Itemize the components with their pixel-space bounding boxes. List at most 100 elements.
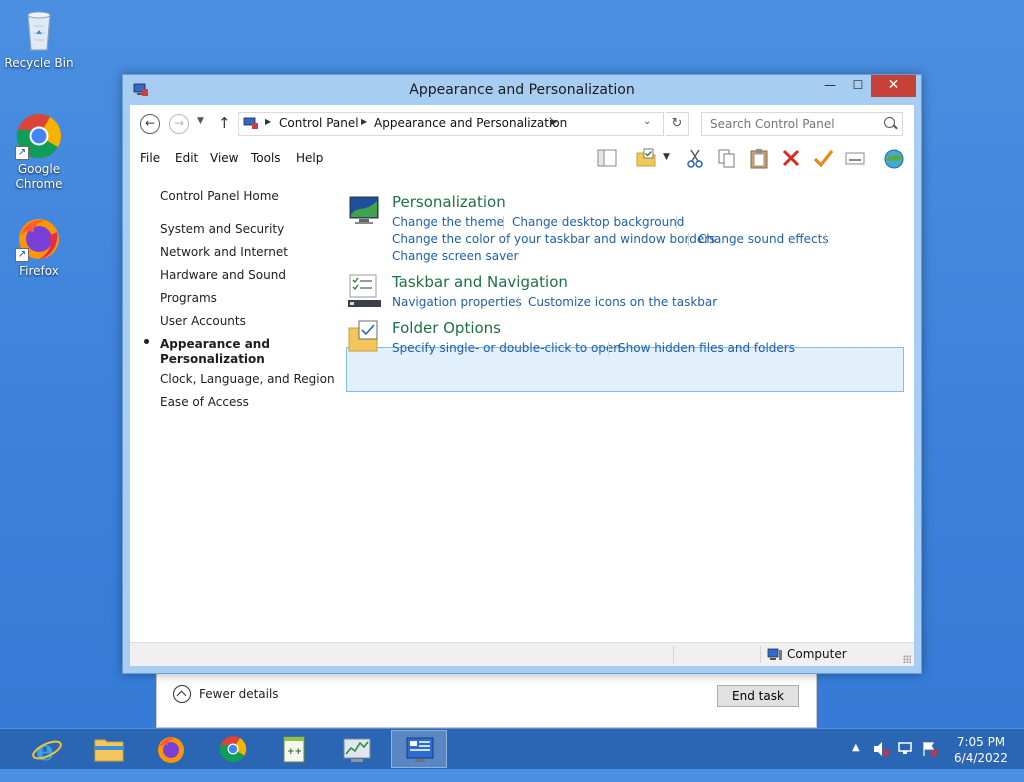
layout-pane-icon[interactable] (596, 147, 618, 169)
link-change-sound-effects[interactable]: Change sound effects (698, 232, 829, 246)
shortcut-arrow-icon: ↗ (15, 146, 29, 160)
shortcut-arrow-icon: ↗ (15, 248, 29, 262)
taskbar-notepad-plus-plus[interactable]: ++ (266, 730, 322, 768)
breadcrumb-control-panel[interactable]: Control Panel (279, 116, 359, 130)
menu-bar: File Edit View Tools Help ▼ (130, 143, 914, 173)
firefox-icon: ↗ (15, 214, 63, 262)
taskbar-control-panel[interactable] (391, 730, 447, 768)
taskbar-task-manager[interactable] (329, 730, 385, 768)
menu-file[interactable]: File (140, 151, 160, 165)
link-navigation-properties[interactable]: Navigation properties (392, 295, 522, 309)
fewer-details-label: Fewer details (199, 687, 279, 701)
desktop-icon-recycle-bin[interactable]: Recycle Bin (1, 6, 77, 71)
firefox-icon (158, 737, 184, 763)
folder-options-title[interactable]: Folder Options (392, 319, 501, 337)
link-separator (825, 233, 826, 246)
refresh-button[interactable]: ↻ (666, 112, 689, 136)
status-location: Computer (787, 647, 847, 661)
nav-clock-language-region[interactable]: Clock, Language, and Region (160, 372, 335, 386)
link-show-hidden-files[interactable]: Show hidden files and folders (618, 341, 795, 355)
back-button[interactable]: ← (140, 114, 160, 134)
recent-locations-dropdown[interactable]: ▼ (197, 116, 204, 126)
link-separator (676, 216, 677, 229)
taskbar: e ++ ▲ 7:05 PM 6/4/2022 (0, 728, 1024, 769)
breadcrumb-separator-icon: ▶ (265, 117, 272, 126)
link-change-theme[interactable]: Change the theme (392, 215, 504, 229)
address-bar[interactable]: ▶ Control Panel ▶ Appearance and Persona… (238, 112, 664, 136)
taskbar-firefox[interactable] (143, 730, 199, 768)
file-explorer-icon (94, 739, 124, 762)
delete-icon[interactable] (780, 147, 802, 169)
menu-help[interactable]: Help (296, 151, 323, 165)
nav-programs[interactable]: Programs (160, 291, 217, 305)
desktop-icon-label: Google Chrome (15, 162, 63, 191)
nav-control-panel-home[interactable]: Control Panel Home (160, 189, 279, 203)
current-page-bullet-icon (144, 339, 149, 344)
menu-edit[interactable]: Edit (175, 151, 198, 165)
copy-icon[interactable] (716, 147, 738, 169)
volume-muted-icon[interactable] (872, 741, 890, 757)
up-button[interactable]: ↑ (218, 114, 231, 132)
folder-check-icon[interactable] (635, 147, 657, 169)
link-separator (518, 296, 519, 309)
taskbar-chrome[interactable] (205, 730, 261, 768)
link-change-taskbar-color[interactable]: Change the color of your taskbar and win… (392, 232, 715, 246)
link-change-screen-saver[interactable]: Change screen saver (392, 249, 519, 263)
minimize-button[interactable]: — (816, 75, 844, 97)
link-customize-taskbar-icons[interactable]: Customize icons on the taskbar (528, 295, 717, 309)
search-input[interactable] (708, 114, 882, 134)
maximize-button[interactable]: ☐ (844, 75, 872, 97)
paste-icon[interactable] (748, 147, 770, 169)
nav-system-and-security[interactable]: System and Security (160, 222, 284, 236)
chrome-icon (219, 736, 247, 763)
taskbar-internet-explorer[interactable]: e (19, 730, 75, 768)
cut-icon[interactable] (684, 147, 706, 169)
status-bar: Computer (130, 642, 914, 666)
action-center-flag-icon[interactable] (921, 741, 939, 757)
taskbar-clock[interactable]: 7:05 PM 6/4/2022 (948, 734, 1014, 766)
task-manager-window: Fewer details End task (156, 670, 817, 728)
close-button[interactable]: ✕ (871, 75, 916, 97)
nav-ease-of-access[interactable]: Ease of Access (160, 395, 249, 409)
breadcrumb-separator-icon[interactable]: ▶ (361, 117, 367, 126)
search-box[interactable] (701, 112, 903, 136)
nav-hardware-and-sound[interactable]: Hardware and Sound (160, 268, 286, 282)
taskbar-icon (348, 274, 381, 307)
resize-grip-icon[interactable] (903, 655, 911, 663)
status-divider (760, 646, 761, 663)
title-bar[interactable]: Appearance and Personalization — ☐ ✕ (123, 75, 921, 105)
control-panel-window: Appearance and Personalization — ☐ ✕ ← →… (122, 74, 922, 674)
personalization-title[interactable]: Personalization (392, 193, 506, 211)
desktop-icon-google-chrome[interactable]: ↗ Google Chrome (1, 112, 77, 192)
control-panel-icon (406, 737, 434, 762)
menu-view[interactable]: View (210, 151, 238, 165)
taskbar-navigation-title[interactable]: Taskbar and Navigation (392, 273, 568, 291)
nav-user-accounts[interactable]: User Accounts (160, 314, 246, 328)
globe-icon[interactable] (883, 147, 905, 169)
window-client: ← → ▼ ↑ ▶ Control Panel ▶ Appearance and… (130, 105, 914, 666)
personalization-icon (349, 196, 379, 224)
desktop-icon-firefox[interactable]: ↗ Firefox (1, 214, 77, 279)
dropdown-arrow-icon[interactable]: ▼ (663, 152, 673, 174)
network-icon[interactable] (897, 741, 915, 757)
recycle-bin-icon (15, 6, 63, 54)
address-dropdown-icon[interactable]: ⌄ (643, 116, 651, 127)
nav-appearance-and-personalization: Appearance and Personalization (160, 337, 270, 366)
forward-button[interactable]: → (169, 114, 189, 134)
breadcrumb-appearance[interactable]: Appearance and Personalization (374, 116, 567, 130)
link-change-desktop-background[interactable]: Change desktop background (512, 215, 684, 229)
breadcrumb-separator-icon[interactable]: ▶ (551, 117, 557, 126)
properties-icon[interactable] (844, 147, 866, 169)
task-manager-icon (343, 738, 371, 762)
nav-network-and-internet[interactable]: Network and Internet (160, 245, 288, 259)
show-hidden-icons-icon[interactable]: ▲ (852, 742, 860, 782)
desktop-icon-label: Recycle Bin (4, 56, 74, 70)
search-icon[interactable] (884, 117, 895, 128)
check-icon[interactable] (812, 147, 834, 169)
fewer-details-button[interactable]: Fewer details (173, 685, 279, 703)
end-task-button[interactable]: End task (717, 685, 799, 707)
menu-tools[interactable]: Tools (251, 151, 281, 165)
link-single-double-click[interactable]: Specify single- or double-click to open (392, 341, 621, 355)
link-separator (608, 342, 609, 355)
taskbar-file-explorer[interactable] (81, 730, 137, 768)
